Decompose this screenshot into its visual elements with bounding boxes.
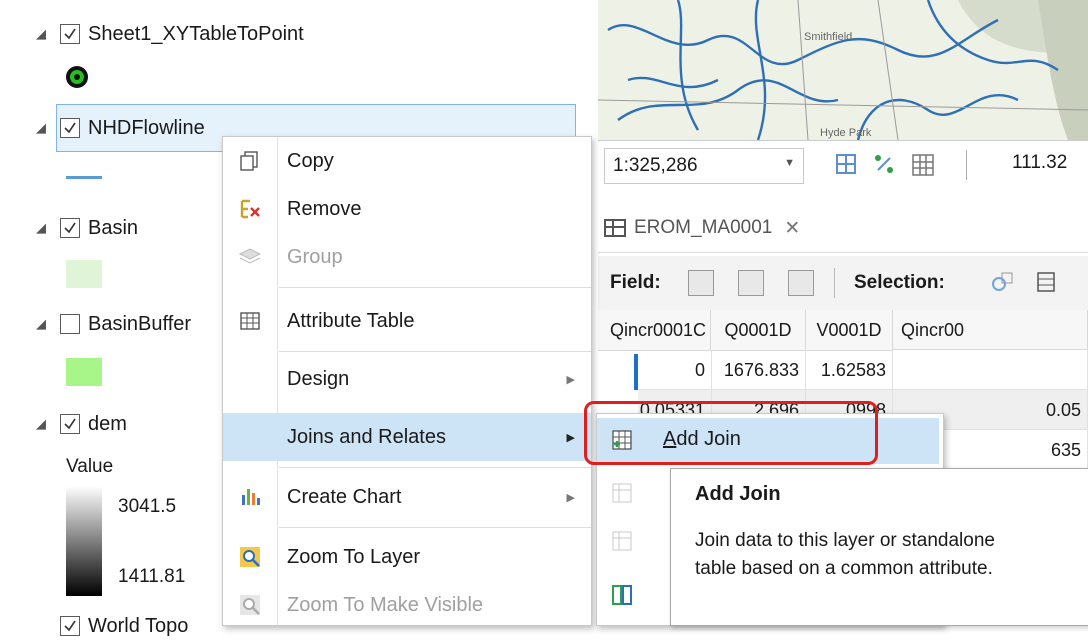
table-cell[interactable]: 1676.833 (712, 350, 806, 390)
table-cell[interactable]: 0 (638, 350, 712, 390)
chevron-down-icon: ▼ (784, 157, 795, 169)
menu-item-design[interactable]: Design ▶ (223, 355, 591, 403)
layer-visibility-checkbox[interactable] (60, 218, 80, 238)
callout-highlight (584, 401, 878, 465)
grid-icon[interactable] (910, 152, 936, 178)
line-symbol-icon (66, 176, 102, 179)
table-toolbar: Field: Selection: (598, 256, 1088, 311)
switch-selection-icon[interactable] (1034, 270, 1058, 294)
column-header[interactable]: Qincr0001C (610, 310, 711, 351)
layer-visibility-checkbox[interactable] (60, 314, 80, 334)
field-label: Field: (610, 272, 661, 293)
layer-visibility-checkbox[interactable] (60, 616, 80, 636)
coordinate-readout: 111.32 (1012, 152, 1068, 173)
layer-name: World Topo (88, 614, 189, 637)
divider (834, 268, 835, 298)
submenu-arrow-icon: ▶ (566, 431, 575, 444)
menu-item-remove[interactable]: Remove (223, 185, 591, 233)
collapse-arrow-icon[interactable]: ◢ (36, 316, 60, 332)
layer-name: NHDFlowline (88, 116, 205, 139)
map-view[interactable]: Smithfield Hyde Park (598, 0, 1088, 140)
legend-gradient (66, 486, 102, 596)
column-header[interactable]: Qincr00 (893, 310, 1088, 350)
column-header[interactable]: Q0001D (711, 310, 806, 351)
export-join-icon (611, 584, 633, 606)
menu-separator (279, 467, 591, 468)
copy-icon (237, 148, 263, 174)
menu-separator (279, 287, 591, 288)
menu-item-joins-and-relates[interactable]: Joins and Relates ▶ (223, 413, 591, 461)
layer-visibility-checkbox[interactable] (60, 414, 80, 434)
layer-name: BasinBuffer (88, 312, 192, 335)
map-canvas: Smithfield Hyde Park (598, 0, 1088, 140)
add-field-icon[interactable] (688, 270, 714, 296)
table-cell[interactable] (893, 350, 1088, 390)
group-icon (237, 244, 263, 270)
submenu-arrow-icon: ▶ (566, 491, 575, 504)
polygon-symbol-icon (66, 358, 102, 386)
snapping-icon[interactable] (872, 152, 898, 178)
context-menu: Copy Remove Group Attribute Table Design… (222, 136, 592, 626)
layer-visibility-checkbox[interactable] (60, 24, 80, 44)
point-symbol-icon (66, 66, 88, 88)
collapse-arrow-icon[interactable]: ◢ (36, 26, 60, 42)
legend-max: 3041.5 (118, 496, 177, 517)
table-tab[interactable]: EROM_MA0001 ✕ (604, 208, 800, 248)
menu-item-group[interactable]: Group (223, 233, 591, 281)
layer-name: dem (88, 412, 127, 435)
layer-name: Sheet1_XYTableToPoint (88, 22, 304, 45)
calculate-field-icon[interactable] (788, 270, 814, 296)
submenu-arrow-icon: ▶ (566, 373, 575, 386)
map-label: Hyde Park (820, 127, 872, 139)
table-icon (604, 219, 626, 237)
menu-item-zoom-to-make-visible[interactable]: Zoom To Make Visible (223, 581, 591, 629)
close-icon[interactable]: ✕ (784, 217, 800, 240)
zoom-to-make-visible-icon (237, 592, 263, 618)
layer-row-world-topo[interactable]: World Topo (36, 608, 188, 644)
legend-min: 1411.81 (118, 566, 186, 587)
menu-item-zoom-to-layer[interactable]: Zoom To Layer (223, 533, 591, 581)
menu-item-create-chart[interactable]: Create Chart ▶ (223, 473, 591, 521)
tooltip-body: Join data to this layer or standalone ta… (695, 530, 995, 579)
scale-dropdown[interactable]: 1:325,286 ▼ (604, 148, 804, 184)
layer-row-basinbuffer[interactable]: ◢ BasinBuffer (36, 306, 191, 342)
grid-add-icon[interactable] (834, 152, 860, 178)
collapse-arrow-icon[interactable]: ◢ (36, 120, 60, 136)
table-cell[interactable]: 1.62583 (806, 350, 893, 390)
polygon-symbol-icon (66, 260, 102, 288)
selection-label: Selection: (854, 272, 945, 293)
scale-value: 1:325,286 (613, 155, 698, 176)
tooltip: Add Join Join data to this layer or stan… (670, 468, 1088, 626)
tab-title: EROM_MA0001 (634, 217, 773, 238)
divider (966, 150, 967, 180)
collapse-arrow-icon[interactable]: ◢ (36, 416, 60, 432)
layer-row-dem[interactable]: ◢ dem (36, 406, 127, 442)
menu-item-attribute-table[interactable]: Attribute Table (223, 297, 591, 345)
layer-row-sheet1[interactable]: ◢ Sheet1_XYTableToPoint (36, 16, 304, 52)
zoom-to-layer-icon (237, 544, 263, 570)
map-label: Smithfield (804, 31, 852, 43)
menu-separator (279, 351, 591, 352)
add-relate-icon (611, 482, 633, 504)
legend-title: Value (66, 456, 114, 477)
menu-separator (279, 527, 591, 528)
tooltip-title: Add Join (695, 483, 781, 505)
collapse-arrow-icon[interactable]: ◢ (36, 220, 60, 236)
select-by-attributes-icon[interactable] (990, 270, 1014, 294)
layer-name: Basin (88, 216, 139, 239)
menu-item-copy[interactable]: Copy (223, 137, 591, 185)
layer-row-basin[interactable]: ◢ Basin (36, 210, 138, 246)
remove-join-icon (611, 530, 633, 552)
create-chart-icon (237, 484, 263, 510)
layer-row-nhdflowline-content[interactable]: ◢ NHDFlowline (36, 110, 205, 146)
attribute-table-icon (237, 308, 263, 334)
delete-field-icon[interactable] (738, 270, 764, 296)
column-header[interactable]: V0001D (806, 310, 893, 351)
layer-visibility-checkbox[interactable] (60, 118, 80, 138)
remove-icon (237, 196, 263, 222)
